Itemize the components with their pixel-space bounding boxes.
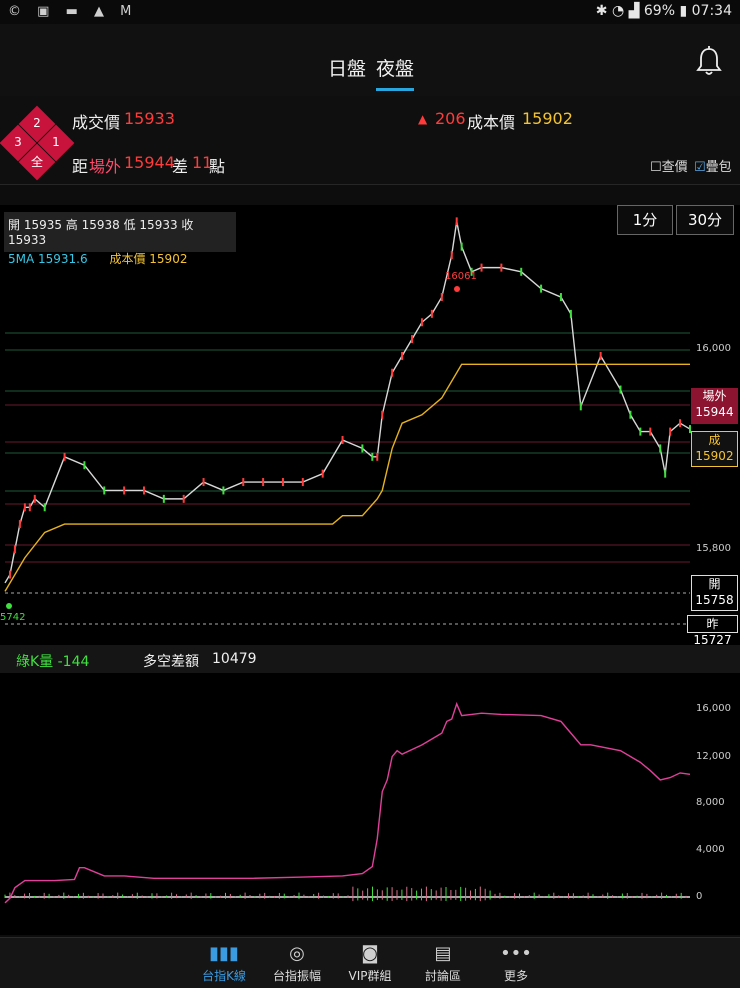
option-label: 疊包 bbox=[705, 160, 732, 175]
cost-price: 15902 bbox=[522, 109, 573, 128]
low-marker bbox=[6, 603, 12, 609]
offsite-tag-title: 場外 bbox=[702, 389, 727, 403]
notification-icon-3: ▬ bbox=[65, 4, 84, 19]
active-tab-indicator bbox=[376, 88, 414, 91]
high-label: 16061 bbox=[445, 271, 477, 282]
offsite-tag-value: 15944 bbox=[695, 405, 734, 419]
distance-label: 距 bbox=[72, 157, 89, 176]
high-marker bbox=[454, 286, 460, 292]
vol-y-tick-0: 0 bbox=[696, 891, 703, 902]
spread-series bbox=[4, 701, 691, 904]
nav-label: 討論區 bbox=[424, 969, 461, 983]
signal-icon: ▟ bbox=[628, 3, 640, 19]
diff-unit: 點 bbox=[209, 157, 226, 176]
vol-y-tick-16000: 16,000 bbox=[696, 703, 731, 714]
clock: 07:34 bbox=[691, 3, 732, 19]
spread-value: 10479 bbox=[212, 651, 257, 667]
option-check-price[interactable]: ☐查價 bbox=[650, 156, 688, 175]
level-label-3: 3 bbox=[14, 135, 22, 149]
cost-tag-value: 15902 bbox=[695, 449, 734, 463]
quote-panel: 2 3 1 全 成交價 15933 ▲ 206 成本價 15902 距 場外 1… bbox=[0, 96, 740, 185]
y-tick-15800: 15,800 bbox=[696, 543, 731, 554]
checkbox-icon[interactable]: ☐ bbox=[650, 160, 662, 175]
top-bar: 日盤 夜盤 bbox=[0, 24, 740, 96]
chat-icon: ◙ bbox=[361, 943, 379, 964]
volume-header: 綠K量 -144 多空差額 10479 bbox=[0, 645, 740, 673]
price-change: 206 bbox=[435, 109, 466, 128]
nav-vip-group[interactable]: ◙ VIP群組 bbox=[335, 942, 405, 984]
bar-chart-icon: ▮▮▮ bbox=[209, 943, 239, 964]
offsite-price: 15944 bbox=[124, 153, 175, 172]
notification-icons: © ▣ ▬ ▲ M bbox=[8, 4, 137, 19]
tab-night[interactable]: 夜盤 bbox=[376, 54, 414, 81]
nav-label: 台指K線 bbox=[202, 969, 246, 983]
trade-price: 15933 bbox=[124, 109, 175, 128]
nav-label: VIP群組 bbox=[348, 969, 392, 983]
nav-forum[interactable]: ▤ 討論區 bbox=[408, 942, 478, 984]
level-label-2: 2 bbox=[33, 116, 41, 130]
notification-icon-5: M bbox=[120, 4, 138, 19]
nav-label: 更多 bbox=[503, 969, 528, 983]
prev-close-tag: 昨15727 bbox=[687, 615, 738, 647]
green-k-volume: 綠K量 -144 bbox=[16, 654, 90, 670]
offsite-label: 場外 bbox=[89, 157, 122, 176]
open-tag: 開 15758 bbox=[691, 575, 738, 611]
nav-index-kline[interactable]: ▮▮▮ 台指K線 bbox=[189, 942, 259, 984]
prev-tag-title: 昨 bbox=[706, 617, 719, 631]
status-right: ✱ ◔ ▟ 69% ▮ 07:34 bbox=[596, 3, 732, 19]
status-bar: © ▣ ▬ ▲ M ✱ ◔ ▟ 69% ▮ 07:34 bbox=[0, 0, 740, 24]
tab-day[interactable]: 日盤 bbox=[328, 54, 366, 81]
option-label: 查價 bbox=[661, 160, 688, 175]
notification-icon-4: ▲ bbox=[94, 4, 111, 19]
price-grid-lines bbox=[5, 332, 690, 625]
level-label-all: 全 bbox=[30, 155, 43, 169]
price-chart[interactable] bbox=[0, 205, 740, 645]
spread-line bbox=[4, 701, 691, 904]
low-label: 5742 bbox=[0, 612, 26, 623]
cost-tag: 成 15902 bbox=[691, 431, 738, 467]
checkbox-checked-icon[interactable]: ☑ bbox=[694, 160, 706, 175]
cost-line bbox=[4, 363, 690, 592]
notification-icon-2: ▣ bbox=[37, 4, 56, 19]
wifi-icon: ◔ bbox=[611, 3, 625, 19]
nav-index-amplitude[interactable]: ◎ 台指振幅 bbox=[262, 942, 332, 984]
open-tag-value: 15758 bbox=[695, 593, 734, 607]
trade-price-label: 成交價 bbox=[72, 113, 121, 132]
book-icon: ▤ bbox=[434, 943, 452, 964]
vol-y-tick-12000: 12,000 bbox=[696, 751, 731, 762]
more-icon: ••• bbox=[500, 943, 532, 964]
level-diamond-group[interactable]: 2 3 1 全 bbox=[0, 96, 75, 184]
notification-icon-1: © bbox=[8, 4, 27, 19]
price-line bbox=[4, 221, 691, 584]
spread-label: 多空差額 bbox=[143, 654, 199, 670]
compass-icon: ◎ bbox=[289, 943, 305, 964]
price-series bbox=[4, 217, 691, 609]
nav-more[interactable]: ••• 更多 bbox=[481, 942, 551, 984]
bluetooth-icon: ✱ bbox=[595, 3, 608, 19]
spread-bars bbox=[4, 886, 690, 902]
battery-percent: 69% bbox=[643, 3, 676, 19]
bottom-nav: ▮▮▮ 台指K線 ◎ 台指振幅 ◙ VIP群組 ▤ 討論區 ••• 更多 bbox=[0, 937, 740, 988]
vol-y-tick-8000: 8,000 bbox=[696, 797, 725, 808]
cost-price-label: 成本價 bbox=[467, 113, 516, 132]
cost-tag-title: 成 bbox=[708, 433, 721, 447]
y-tick-16000: 16,000 bbox=[696, 343, 731, 354]
bell-icon[interactable] bbox=[696, 46, 722, 76]
nav-label: 台指振幅 bbox=[272, 969, 321, 983]
spread-chart[interactable] bbox=[0, 673, 740, 935]
up-arrow-icon: ▲ bbox=[418, 112, 428, 126]
option-overlay[interactable]: ☑疊包 bbox=[694, 156, 732, 175]
vol-y-tick-4000: 4,000 bbox=[696, 844, 725, 855]
battery-icon: ▮ bbox=[679, 3, 688, 19]
level-label-1: 1 bbox=[52, 135, 60, 149]
open-tag-title: 開 bbox=[708, 577, 721, 591]
diff-label: 差 bbox=[172, 157, 189, 176]
offsite-tag: 場外 15944 bbox=[691, 388, 738, 424]
